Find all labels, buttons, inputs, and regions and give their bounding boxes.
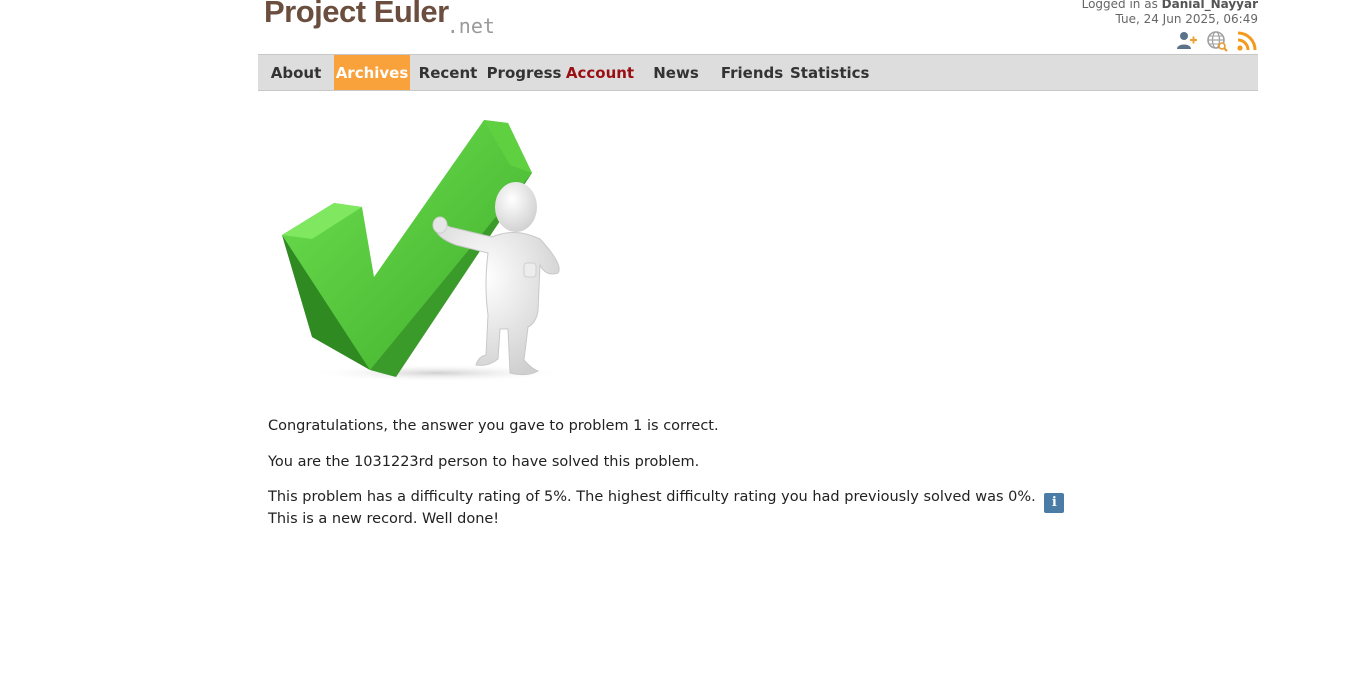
nav-statistics[interactable]: Statistics [790,55,869,90]
nav-news[interactable]: News [638,55,714,90]
difficulty-text: This problem has a difficulty rating of … [268,489,1036,505]
new-record-message: This is a new record. Well done! [268,511,500,527]
current-datetime: Tue, 24 Jun 2025, 06:49 [1115,12,1258,26]
site-logo[interactable]: Project Euler.net [264,0,495,38]
nav-about[interactable]: About [258,55,334,90]
username[interactable]: Danial_Nayyar [1162,0,1258,11]
nav-archives[interactable]: Archives [334,55,410,90]
info-icon[interactable]: i [1044,493,1065,513]
logged-in-prefix: Logged in as [1081,0,1162,11]
nav-account[interactable]: Account [562,55,638,90]
correct-answer-message: Congratulations, the answer you gave to … [268,418,719,434]
logged-in-line: Logged in as Danial_Nayyar [1082,0,1258,12]
rss-icon[interactable] [1236,30,1258,52]
checkmark-figure-image [278,115,568,389]
logo-text: Project Euler [264,0,449,29]
add-friend-icon[interactable] [1176,30,1198,52]
main-nav: About Archives Recent Progress Account N… [258,54,1258,91]
nav-progress[interactable]: Progress [486,55,562,90]
user-info: Logged in as Danial_Nayyar Tue, 24 Jun 2… [1082,0,1258,27]
solver-count-message: You are the 1031223rd person to have sol… [268,454,700,470]
globe-search-icon[interactable] [1206,30,1228,52]
logo-suffix: .net [446,14,495,38]
nav-recent[interactable]: Recent [410,55,486,90]
nav-friends[interactable]: Friends [714,55,790,90]
header-icons [1176,30,1258,52]
difficulty-message: This problem has a difficulty rating of … [268,489,1065,513]
